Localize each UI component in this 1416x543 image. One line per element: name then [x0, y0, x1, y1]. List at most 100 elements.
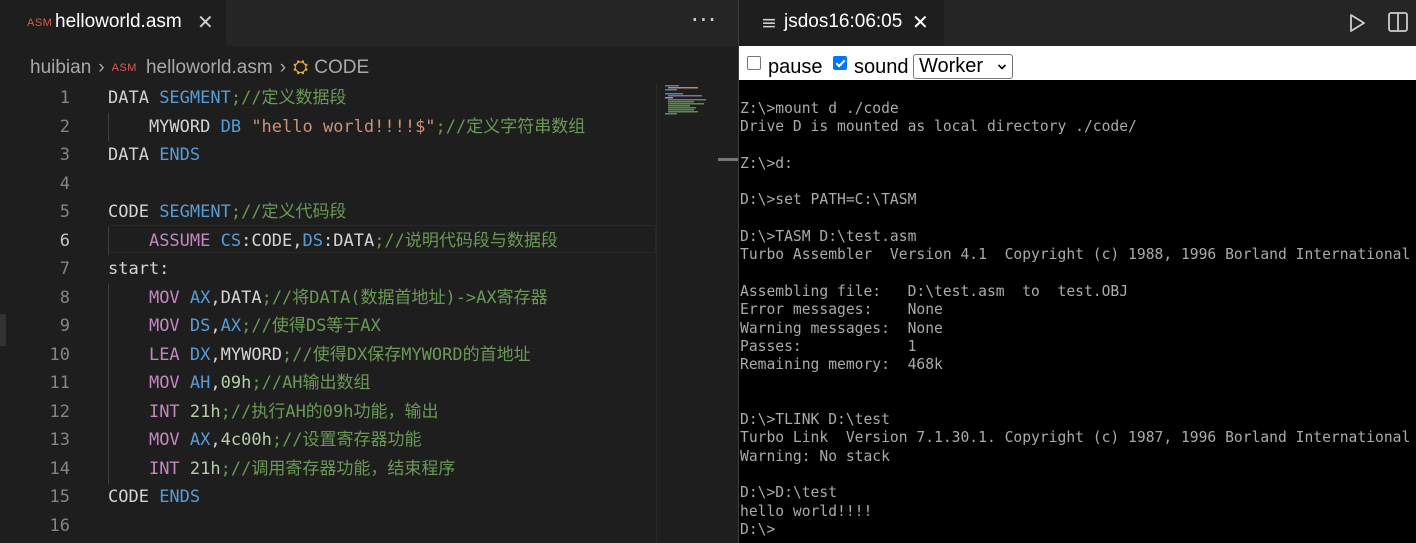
tab-title: helloworld.asm [55, 11, 182, 32]
code-token: 09h [220, 373, 252, 393]
chevron-right-icon: › [98, 57, 105, 78]
code-token: ;//执行AH的09h功能，输出 [220, 401, 439, 422]
code-area[interactable]: DATA SEGMENT;//定义数据段 MYWORD DB "hello wo… [108, 84, 656, 543]
tab-helloworld-asm[interactable]: ASM helloworld.asm ✕ [0, 0, 226, 46]
terminal-line: D:\>TASM D:\test.asm [740, 228, 917, 246]
split-editor-icon[interactable] [1387, 11, 1409, 33]
code-token: AX [189, 430, 211, 450]
code-token: DATA [108, 88, 160, 108]
code-token: ;//定义代码段 [230, 202, 347, 222]
run-icon[interactable] [1347, 12, 1367, 34]
code-line[interactable]: CODE SEGMENT;//定义代码段 [108, 198, 347, 227]
code-line[interactable]: CODE ENDS [108, 483, 200, 512]
code-token: , [210, 316, 221, 336]
more-icon[interactable]: ··· [691, 6, 717, 34]
editor-scrollbar[interactable] [718, 84, 738, 543]
code-line[interactable]: start: [108, 255, 169, 284]
terminal-line: D:\>D:\test [740, 484, 838, 502]
breadcrumb-file[interactable]: helloworld.asm [146, 57, 273, 79]
code-line[interactable]: MOV AH,09h;//AH输出数组 [108, 369, 371, 398]
asm-file-icon: ASM [27, 17, 53, 29]
line-number: 7 [59, 259, 70, 279]
terminal-line: Error messages: None [740, 301, 943, 319]
code-line[interactable]: INT 21h;//执行AH的09h功能，输出 [108, 398, 439, 427]
code-token: ;//将DATA(数据首地址)->AX寄存器 [261, 287, 548, 308]
code-token: ;//说明代码段与数据段 [374, 230, 558, 251]
indent-guide [108, 113, 109, 141]
pause-label: pause [768, 56, 823, 78]
line-number: 4 [59, 173, 70, 194]
breadcrumb-folder[interactable]: huibian [30, 57, 91, 79]
code-line[interactable]: MYWORD DB "hello world!!!!$";//定义字符串数组 [108, 113, 585, 142]
worker-select-value: Worker [919, 55, 984, 77]
code-line[interactable]: MOV AX,4c00h;//设置寄存器功能 [108, 426, 422, 455]
code-token: 21h [189, 401, 221, 422]
jsdos-controls: pause sound Worker [739, 46, 1416, 80]
code-token: LEA [148, 344, 190, 365]
terminal-line: D:\>set PATH=C:\TASM [740, 191, 917, 209]
close-icon[interactable]: ✕ [197, 10, 214, 34]
breadcrumb-symbol[interactable]: CODE [314, 57, 369, 79]
code-token: CODE [108, 487, 160, 507]
terminal-line: hello world!!!! [740, 502, 873, 520]
line-number: 3 [59, 145, 70, 165]
code-token: 21h [189, 458, 221, 479]
code-token: ;//使得DX保存MYWORD的首地址 [282, 344, 531, 365]
worker-select[interactable]: Worker [913, 54, 1013, 79]
code-token: :CODE, [241, 230, 303, 251]
code-token: ASSUME [148, 230, 221, 251]
line-number: 13 [49, 430, 70, 450]
code-token: DS [302, 230, 323, 251]
code-token: ;//定义数据段 [230, 88, 347, 108]
code-token: ;//定义字符串数组 [435, 116, 586, 137]
line-number: 11 [49, 373, 70, 393]
line-number: 5 [59, 202, 70, 222]
code-token: ;//调用寄存器功能，结束程序 [220, 458, 456, 479]
indent-guide [108, 227, 109, 255]
code-token: ;//使得DS等于AX [241, 316, 381, 336]
code-line[interactable]: MOV AX,DATA;//将DATA(数据首地址)->AX寄存器 [108, 284, 548, 313]
code-line[interactable]: ASSUME CS:CODE,DS:DATA;//说明代码段与数据段 [108, 227, 558, 256]
close-icon[interactable]: ✕ [912, 10, 929, 34]
code-line[interactable]: LEA DX,MYWORD;//使得DX保存MYWORD的首地址 [108, 341, 531, 370]
line-number: 6 [59, 230, 70, 251]
line-number: 14 [49, 458, 70, 479]
pause-checkbox[interactable] [747, 56, 761, 70]
code-line[interactable]: MOV DS,AX;//使得DS等于AX [108, 312, 381, 341]
chevron-right-icon: › [279, 57, 287, 78]
code-token: DX [189, 344, 211, 365]
code-token: MOV [148, 373, 190, 393]
code-token: CS [220, 230, 242, 251]
code-line[interactable]: DATA ENDS [108, 141, 200, 170]
code-token: AX [189, 287, 211, 308]
asm-file-icon: ASM [111, 62, 137, 74]
code-token: , [210, 430, 221, 450]
dos-terminal[interactable]: Z:\>mount d ./code Drive D is mounted as … [739, 80, 1416, 543]
chevron-down-icon [998, 64, 1006, 70]
minimap[interactable] [656, 84, 719, 543]
line-number: 10 [49, 344, 70, 365]
code-token: SEGMENT [159, 88, 231, 108]
line-number: 2 [59, 116, 70, 137]
code-line[interactable]: DATA SEGMENT;//定义数据段 [108, 84, 347, 113]
terminal-line: D:\> [740, 520, 776, 538]
code-token: INT [148, 458, 190, 479]
scrollbar-thumb[interactable] [718, 158, 738, 161]
code-token: MOV [148, 287, 190, 308]
sound-checkbox[interactable] [833, 56, 847, 70]
code-token: 4c00h [220, 430, 272, 450]
symbol-code-icon: ⛭ [293, 57, 309, 78]
code-line[interactable]: INT 21h;//调用寄存器功能，结束程序 [108, 455, 455, 484]
code-token: AX [220, 316, 242, 336]
tab-jsdos[interactable]: ≡ jsdos16:06:05 ✕ [739, 0, 944, 46]
